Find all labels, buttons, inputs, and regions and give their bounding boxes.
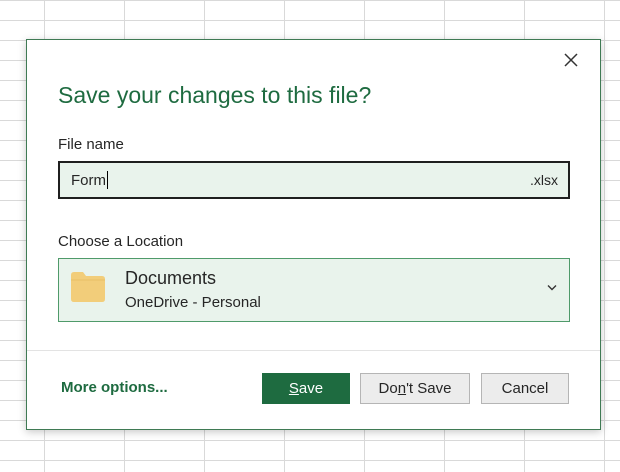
dont-save-button[interactable]: Do n't Save [360, 373, 470, 404]
chevron-down-icon [547, 285, 557, 291]
dialog-title: Save your changes to this file? [58, 82, 372, 108]
save-label-suffix: ave [298, 380, 324, 397]
location-label: Choose a Location [58, 233, 184, 250]
folder-icon [71, 272, 105, 302]
save-button[interactable]: Save [262, 373, 350, 404]
more-options-link[interactable]: More options... [61, 379, 168, 396]
dont-save-mnemonic: n [397, 380, 407, 397]
file-name-input[interactable] [71, 163, 530, 197]
save-mnemonic: S [288, 380, 299, 397]
close-icon [564, 53, 578, 67]
file-name-field[interactable]: .xlsx [58, 161, 570, 199]
location-dropdown[interactable]: Documents OneDrive - Personal [58, 258, 570, 322]
save-changes-dialog: Save your changes to this file? File nam… [26, 39, 601, 430]
dont-save-label-prefix: Do [378, 380, 398, 397]
file-extension: .xlsx [530, 172, 558, 188]
dont-save-label-suffix: 't Save [406, 380, 452, 397]
cancel-button[interactable]: Cancel [481, 373, 569, 404]
location-name: Documents [125, 268, 217, 288]
footer-divider [27, 350, 600, 351]
close-button[interactable] [558, 47, 584, 73]
location-subtitle: OneDrive - Personal [125, 294, 261, 311]
text-cursor [107, 171, 108, 189]
file-name-label: File name [58, 136, 124, 153]
